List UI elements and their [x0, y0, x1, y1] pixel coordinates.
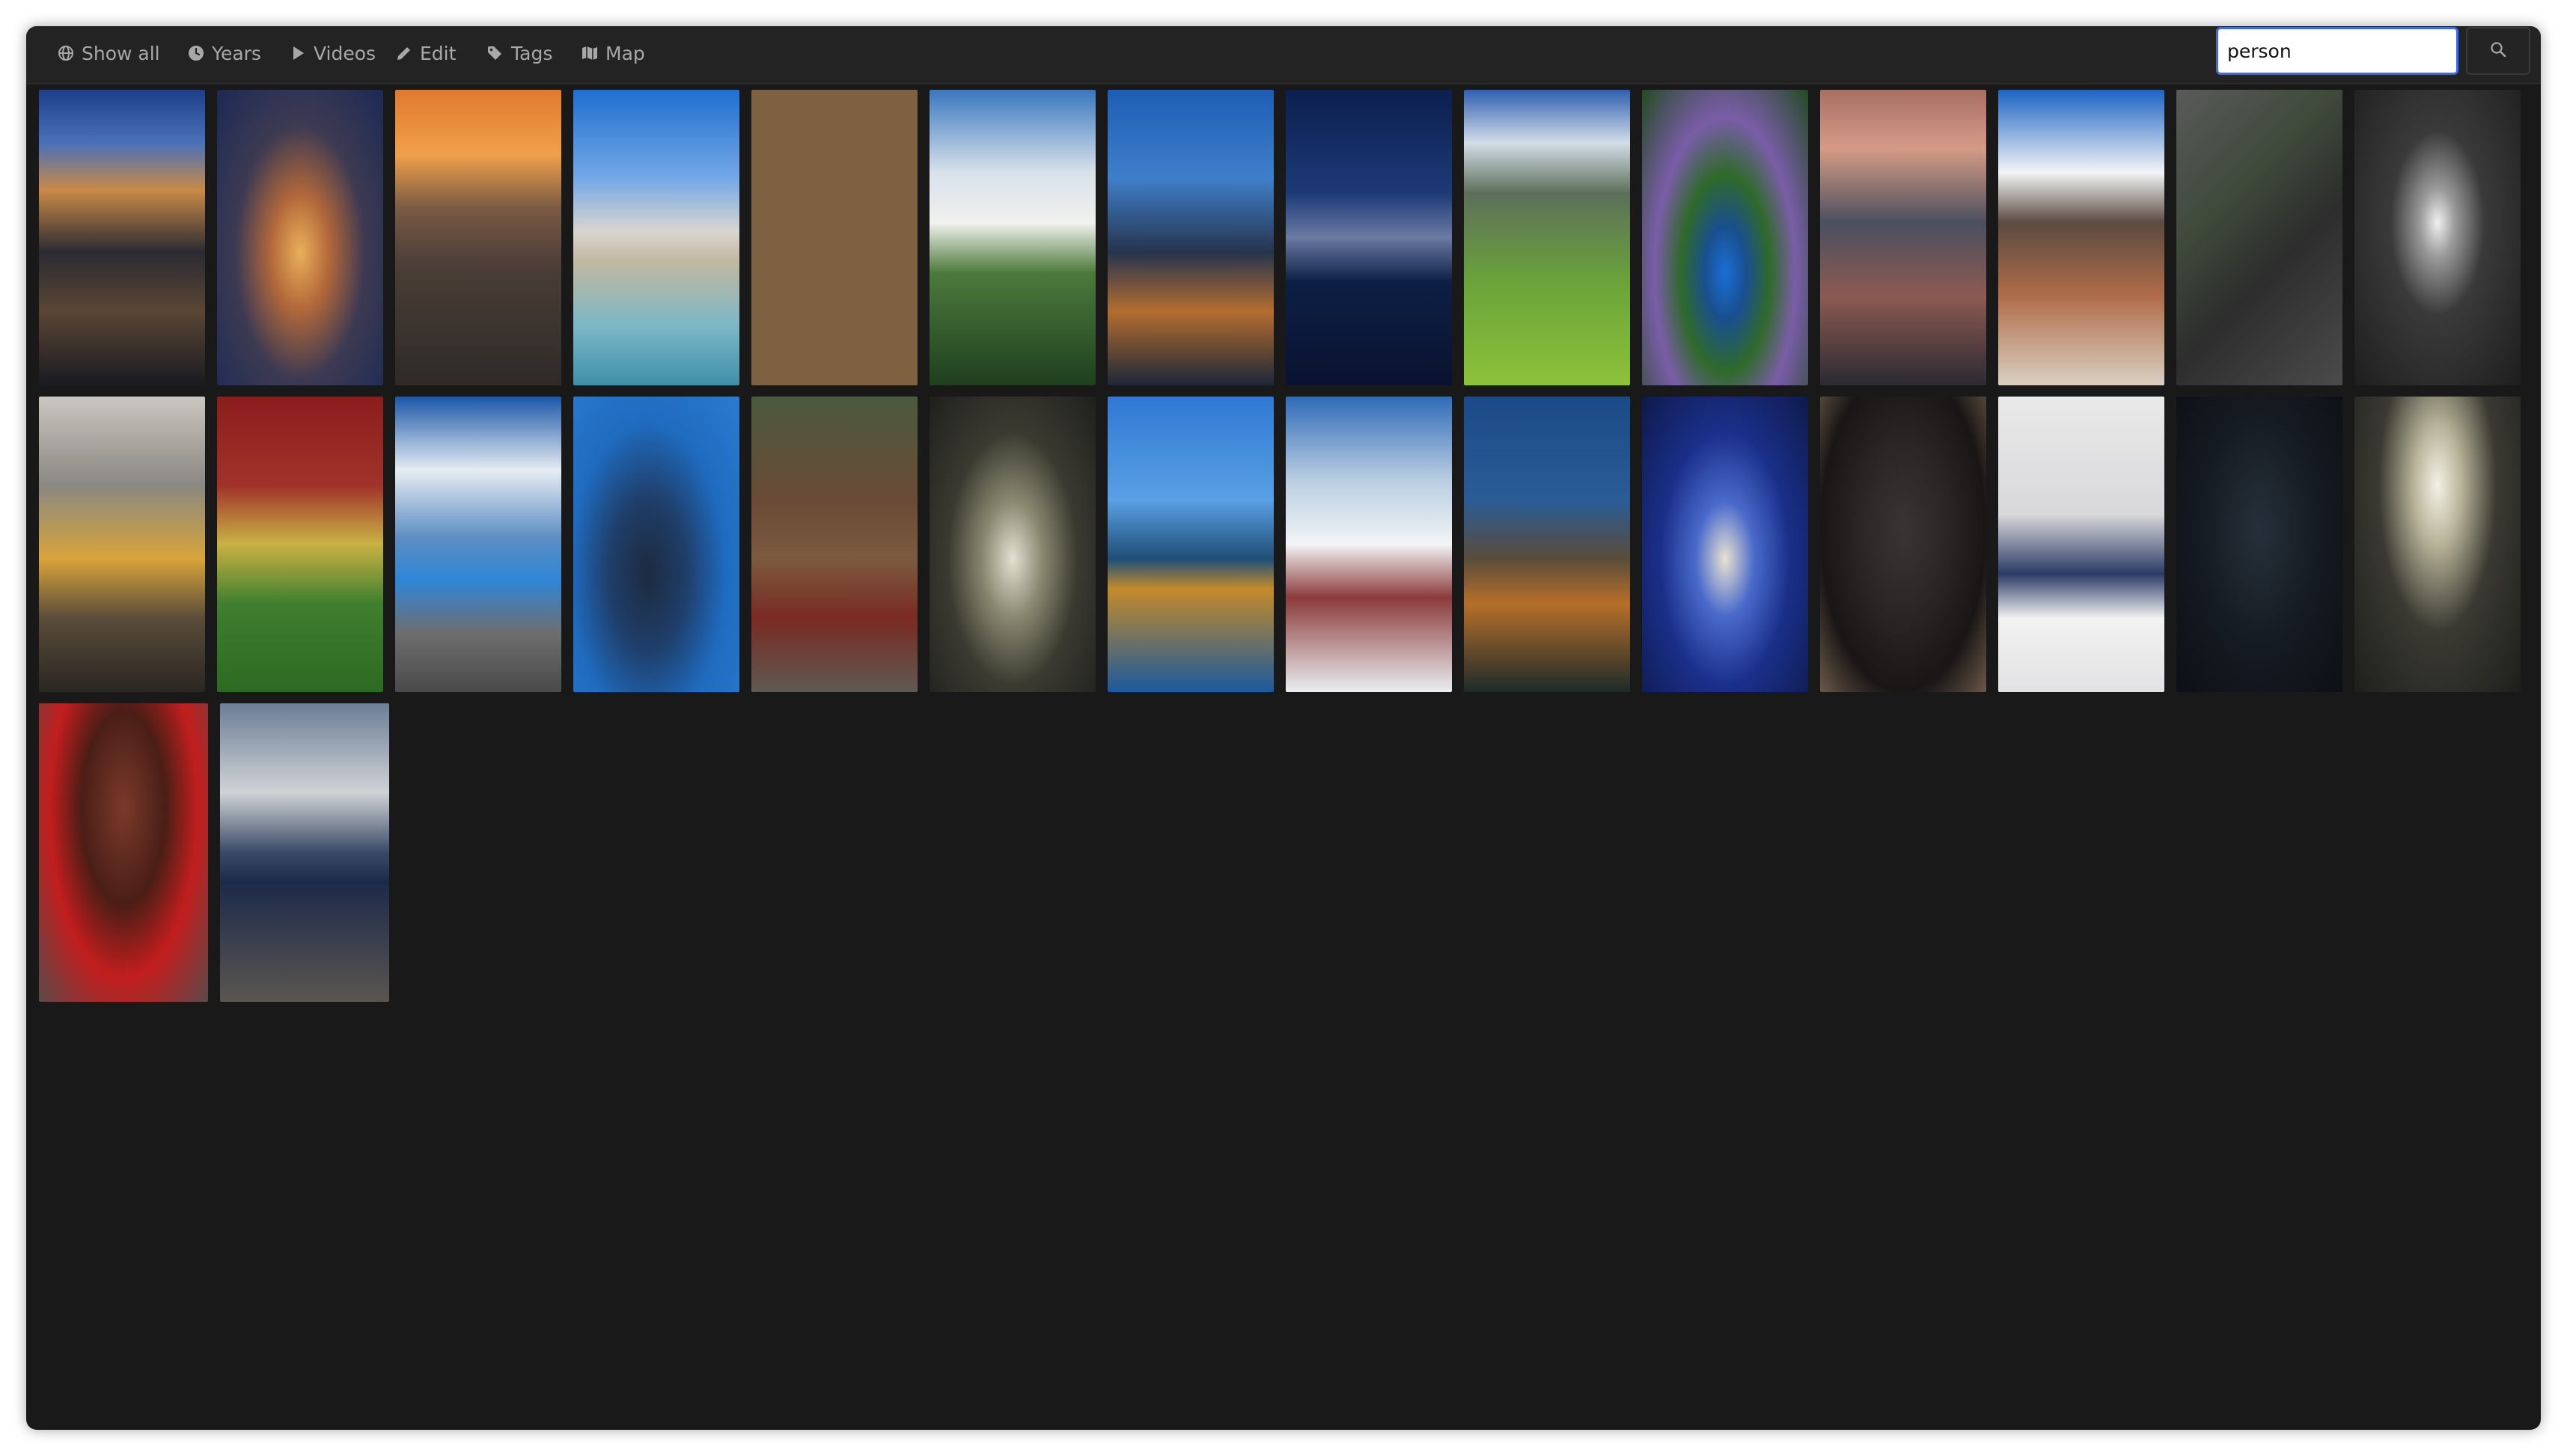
nav-videos-label: Videos: [314, 42, 376, 64]
photo-thumbnail-brown-tile[interactable]: [751, 90, 918, 385]
photo-thumbnail-white-flowers-vase[interactable]: [930, 397, 1096, 692]
nav-tags-label: Tags: [511, 42, 553, 64]
top-navbar: Show all Years Videos Edit Tags Map pers…: [26, 26, 2541, 85]
photo-thumbnail-mountain-sunset[interactable]: [395, 90, 561, 385]
play-icon: [288, 43, 308, 63]
nav-years-label: Years: [212, 42, 261, 64]
photo-thumbnail-snowy-village[interactable]: [1286, 397, 1452, 692]
nav-map-label: Map: [605, 42, 645, 64]
photo-thumbnail-fireworks-lotus[interactable]: [1642, 397, 1808, 692]
nav-years[interactable]: Years: [186, 38, 261, 68]
photo-thumbnail-man-rain-jacket[interactable]: [2176, 397, 2342, 692]
tags-icon: [486, 43, 505, 63]
photo-thumbnail-woman-blue-background[interactable]: [573, 397, 739, 692]
photo-thumbnail-woman-striped-shirt[interactable]: [1998, 397, 2164, 692]
pencil-icon: [394, 43, 414, 63]
photo-thumbnail-bridge-reflection[interactable]: [1108, 397, 1274, 692]
nav-edit[interactable]: Edit: [394, 38, 456, 68]
photo-thumbnail-daffodils-vase[interactable]: [2354, 397, 2521, 692]
clock-icon: [186, 43, 206, 63]
photo-thumbnail-car-sunset-road[interactable]: [220, 703, 389, 1002]
photo-thumbnail-city-night-aerial[interactable]: [39, 90, 205, 385]
photo-thumbnail-night-mountain-lake[interactable]: [1286, 90, 1452, 385]
nav-show-all-label: Show all: [82, 42, 160, 64]
search-button[interactable]: [2466, 27, 2530, 75]
photo-thumbnail-highway-interchange[interactable]: [217, 90, 383, 385]
photo-thumbnail-fashion-man-hat[interactable]: [751, 397, 918, 692]
map-icon: [580, 43, 599, 63]
nav-tags[interactable]: Tags: [486, 38, 552, 68]
photo-thumbnail-gothic-church[interactable]: [1998, 90, 2164, 385]
globe-icon: [56, 43, 76, 63]
nav-edit-label: Edit: [420, 42, 457, 64]
photo-thumbnail-vw-van-clouds[interactable]: [395, 397, 561, 692]
nav-map[interactable]: Map: [580, 38, 645, 68]
photo-thumbnail-twin-towers[interactable]: [1108, 90, 1274, 385]
photo-thumbnail-coastal-lighthouse[interactable]: [1820, 90, 1986, 385]
photo-thumbnail-white-chair-plant[interactable]: [2176, 90, 2342, 385]
photo-thumbnail-basketball-player[interactable]: [1820, 397, 1986, 692]
photo-thumbnail-bridge-night[interactable]: [1464, 397, 1630, 692]
nav-show-all[interactable]: Show all: [56, 38, 160, 68]
photo-thumbnail-taj-mahal[interactable]: [573, 90, 739, 385]
photo-thumbnail-green-mountains[interactable]: [1464, 90, 1630, 385]
search-icon: [2489, 40, 2507, 61]
photo-thumbnail-home-theater-red[interactable]: [39, 703, 208, 1002]
photo-thumbnail-forest-lake-aerial[interactable]: [1642, 90, 1808, 385]
photo-thumbnail-soccer-player[interactable]: [217, 397, 383, 692]
search-input[interactable]: [2216, 27, 2458, 75]
photo-thumbnail-light-corridor[interactable]: [2354, 90, 2521, 385]
photo-thumbnail-castle-forest[interactable]: [930, 90, 1096, 385]
nav-videos[interactable]: Videos: [288, 38, 376, 68]
photo-thumbnail-lounge-interior[interactable]: [39, 397, 205, 692]
app-window: Show all Years Videos Edit Tags Map pers…: [26, 26, 2541, 1430]
